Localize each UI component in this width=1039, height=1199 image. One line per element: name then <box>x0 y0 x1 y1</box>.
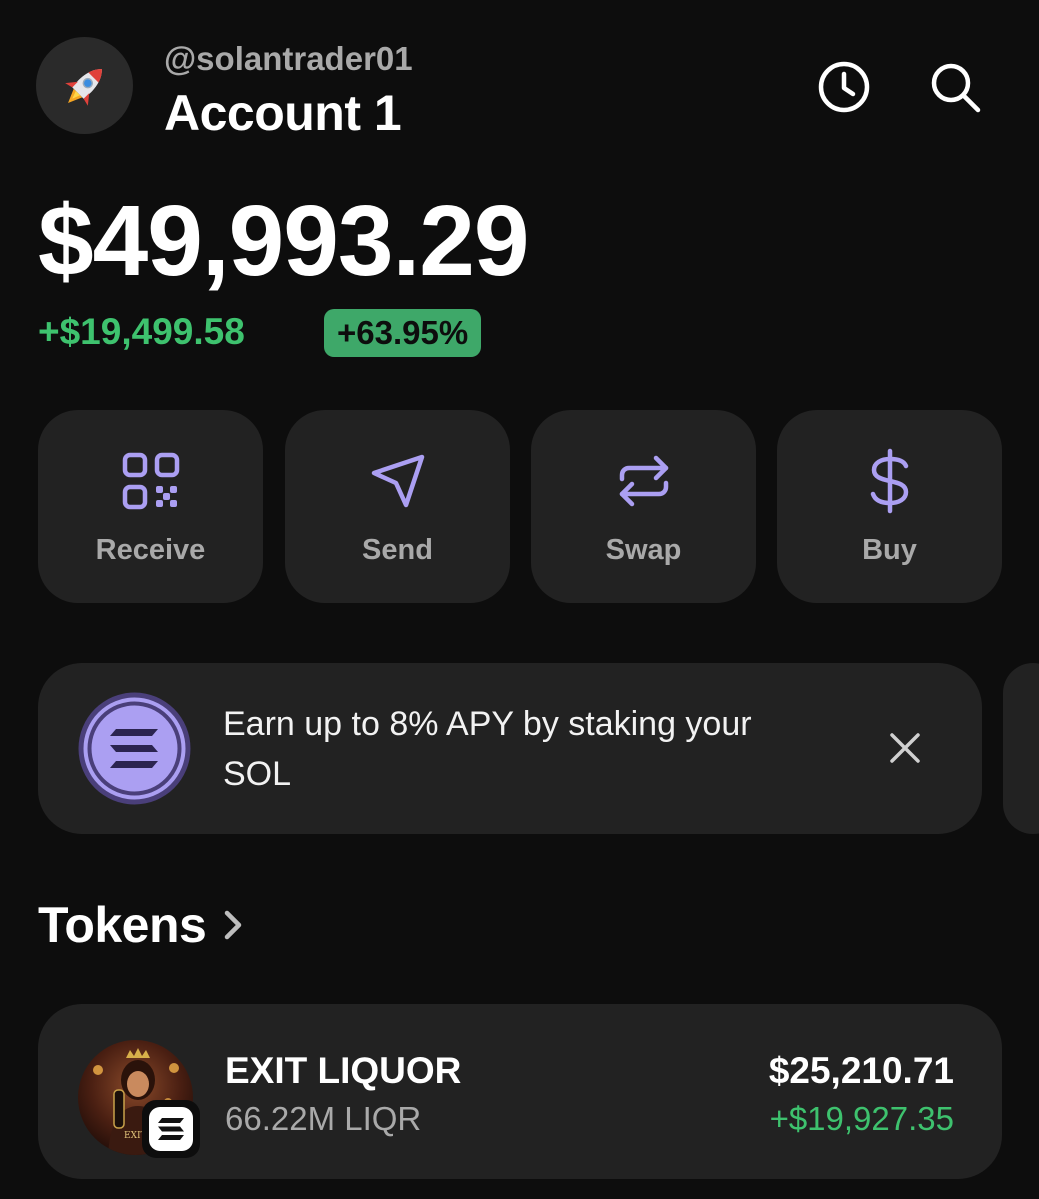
token-value: $25,210.71 <box>768 1050 954 1091</box>
solana-logo <box>76 690 193 807</box>
account-name[interactable]: Account 1 <box>164 84 402 142</box>
history-clock-icon <box>818 61 870 113</box>
receive-button[interactable]: Receive <box>38 410 263 603</box>
account-username[interactable]: @solantrader01 <box>164 40 413 78</box>
promo-close-button[interactable] <box>886 729 924 767</box>
solana-logo-icon <box>78 692 191 805</box>
swap-button[interactable]: Swap <box>531 410 756 603</box>
balance-change-amount: +$19,499.58 <box>38 311 245 352</box>
promo-text: Earn up to 8% APY by staking your SOL <box>223 705 752 793</box>
search-icon <box>931 63 981 113</box>
wallet-home: @solantrader01 Account 1 $49,993.29 +$19… <box>0 0 1039 1199</box>
total-balance: $49,993.29 <box>38 185 529 297</box>
balance-change-percent-badge: +63.95% <box>324 309 482 357</box>
dollar-icon <box>870 448 908 514</box>
close-icon <box>890 733 920 763</box>
send-label: Send <box>362 534 433 566</box>
solana-badge-icon <box>158 1118 184 1140</box>
token-row[interactable]: EXIT LIQ EXIT LIQUOR 66.22M LIQR $25,210… <box>38 1004 1002 1179</box>
send-arrow-icon <box>371 454 424 508</box>
staking-promo-banner[interactable]: Earn up to 8% APY by staking your SOL <box>38 663 982 834</box>
chevron-right-icon <box>225 910 242 940</box>
history-button[interactable] <box>815 58 873 116</box>
rocket-icon <box>64 68 102 106</box>
buy-button[interactable]: Buy <box>777 410 1002 603</box>
token-amount: 66.22M LIQR <box>225 1100 422 1137</box>
swap-label: Swap <box>605 534 682 566</box>
receive-label: Receive <box>95 534 206 566</box>
send-button[interactable]: Send <box>285 410 510 603</box>
account-avatar[interactable] <box>36 37 133 134</box>
swap-arrows-icon <box>619 455 668 507</box>
qr-code-icon <box>122 452 179 510</box>
token-change: +$19,927.35 <box>769 1100 954 1137</box>
search-button[interactable] <box>926 58 984 116</box>
tokens-title: Tokens <box>38 897 207 953</box>
token-name: EXIT LIQUOR <box>225 1050 462 1091</box>
next-promo-card[interactable] <box>1003 663 1039 834</box>
buy-label: Buy <box>862 534 917 566</box>
solana-network-badge <box>142 1100 200 1158</box>
tokens-header[interactable]: Tokens <box>38 896 244 954</box>
